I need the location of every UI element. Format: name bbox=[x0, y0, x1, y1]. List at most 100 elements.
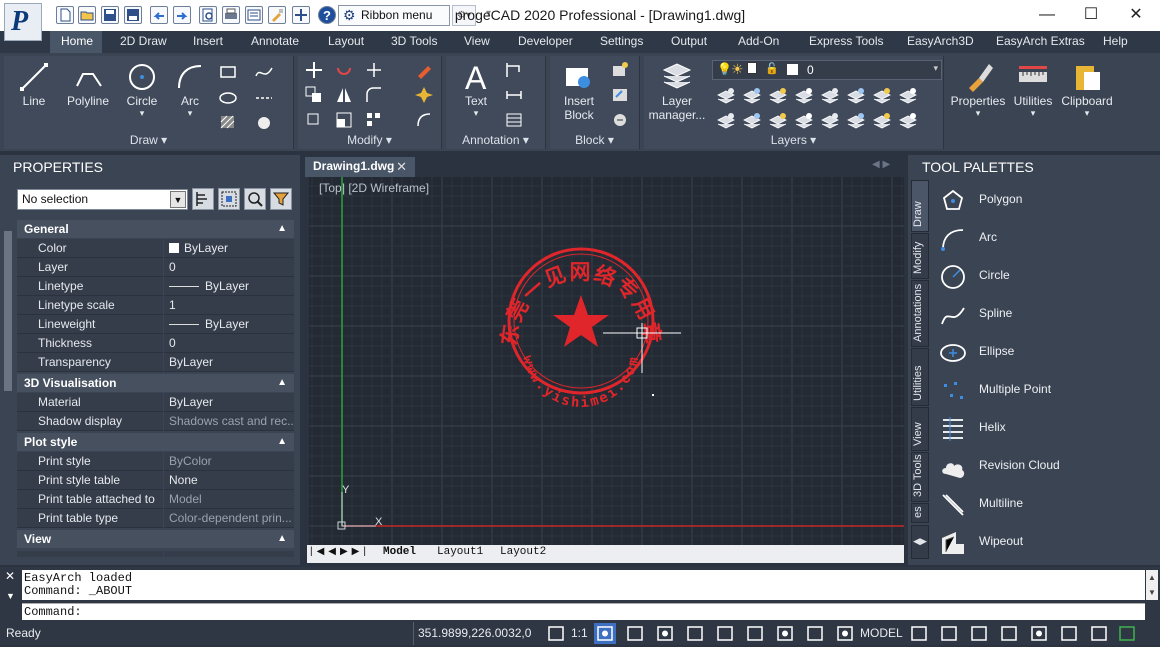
layer-lock-icon[interactable] bbox=[820, 86, 840, 106]
offset-icon[interactable] bbox=[414, 110, 434, 130]
scale-icon[interactable] bbox=[334, 110, 354, 130]
leader-icon[interactable] bbox=[504, 60, 524, 80]
palette-scroll-icon[interactable]: ◀▶ bbox=[911, 525, 929, 559]
quick-properties-icon[interactable] bbox=[1028, 623, 1050, 644]
command-history-toggle-icon[interactable]: ▼ bbox=[6, 591, 15, 601]
tool-spline[interactable]: Spline bbox=[934, 297, 1158, 331]
copy-icon[interactable] bbox=[304, 85, 324, 105]
tile-windows-icon[interactable] bbox=[968, 623, 990, 644]
tab-easyarch-extras[interactable]: EasyArch Extras bbox=[985, 31, 1096, 53]
prop-row[interactable]: Print table attached to Model bbox=[17, 490, 294, 509]
palette-tab-annotations[interactable]: Annotations bbox=[911, 280, 929, 347]
tool-helix[interactable]: Helix bbox=[934, 411, 1158, 445]
tab-settings[interactable]: Settings bbox=[589, 31, 654, 53]
layer-merge-icon[interactable] bbox=[846, 111, 866, 131]
insert-block-button[interactable]: Insert Block bbox=[552, 60, 606, 122]
otrack-icon[interactable] bbox=[804, 623, 826, 644]
prop-row[interactable]: Shadow display Shadows cast and rec... bbox=[17, 412, 294, 431]
stretch-icon[interactable] bbox=[304, 110, 324, 130]
tab-layout2[interactable]: Layout2 bbox=[500, 546, 546, 558]
prop-row[interactable]: Material ByLayer bbox=[17, 393, 294, 412]
tool-multiline[interactable]: Multiline bbox=[934, 487, 1158, 521]
circle-button[interactable]: Circle ▾ bbox=[116, 60, 168, 119]
edit-block-icon[interactable] bbox=[610, 85, 630, 105]
rectangle-icon[interactable] bbox=[218, 62, 238, 82]
line-button[interactable]: Line bbox=[8, 60, 60, 108]
tab-view[interactable]: View bbox=[453, 31, 501, 53]
tool-ellipse[interactable]: Ellipse bbox=[934, 335, 1158, 369]
close-icon[interactable]: ✕ bbox=[396, 157, 407, 176]
palette-tab-modify[interactable]: Modify bbox=[911, 233, 929, 279]
tool-arc[interactable]: Arc bbox=[934, 221, 1158, 255]
model-space-toggle[interactable]: MODEL bbox=[860, 626, 903, 640]
panel-layers-title[interactable]: Layers ▾ bbox=[644, 133, 943, 147]
spline-icon[interactable] bbox=[254, 62, 274, 82]
palette-tab-utilities[interactable]: Utilities bbox=[911, 348, 929, 406]
close-icon[interactable]: ✕ bbox=[5, 569, 15, 583]
maximize-button[interactable]: ☐ bbox=[1076, 4, 1106, 26]
panel-annotation-title[interactable]: Annotation ▾ bbox=[446, 133, 545, 147]
prop-row[interactable]: Color ByLayer bbox=[17, 239, 294, 258]
tab-help[interactable]: Help bbox=[1092, 31, 1139, 53]
arc-button[interactable]: Arc ▾ bbox=[168, 60, 212, 119]
tab-express-tools[interactable]: Express Tools bbox=[798, 31, 894, 53]
layer-unlock-icon[interactable] bbox=[820, 111, 840, 131]
prop-row[interactable]: Linetype scale 1 bbox=[17, 296, 294, 315]
lineweight-icon[interactable] bbox=[834, 623, 856, 644]
tool-polygon[interactable]: Polygon bbox=[934, 183, 1158, 217]
clean-screen-icon[interactable] bbox=[998, 623, 1020, 644]
minimize-button[interactable]: — bbox=[1032, 4, 1062, 26]
annotation-scale-label[interactable]: 1:1 bbox=[571, 626, 588, 640]
tab-model[interactable]: Model bbox=[383, 546, 416, 558]
select-objects-icon[interactable] bbox=[218, 188, 240, 210]
tab-annotate[interactable]: Annotate bbox=[240, 31, 310, 53]
annotation-scale-icon[interactable] bbox=[545, 623, 567, 644]
snap-icon[interactable] bbox=[714, 623, 736, 644]
trim-icon[interactable] bbox=[364, 60, 384, 80]
array-icon[interactable] bbox=[364, 110, 384, 130]
layer-delete-icon[interactable] bbox=[898, 86, 918, 106]
tool-wipeout[interactable]: Wipeout bbox=[934, 525, 1158, 559]
tab-layout[interactable]: Layout bbox=[317, 31, 375, 53]
layer-off-icon[interactable] bbox=[768, 86, 788, 106]
hatch-icon[interactable] bbox=[218, 112, 238, 132]
grid-dots-icon[interactable] bbox=[654, 623, 676, 644]
move-icon[interactable] bbox=[304, 60, 324, 80]
tool-circle[interactable]: Circle bbox=[934, 259, 1158, 293]
ortho-icon[interactable] bbox=[624, 623, 646, 644]
command-input[interactable]: Command: bbox=[22, 603, 1145, 620]
text-button[interactable]: A Text ▾ bbox=[452, 60, 500, 119]
polyline-button[interactable]: Polyline bbox=[60, 60, 116, 108]
hardware-accel-icon[interactable] bbox=[1116, 623, 1138, 644]
tab-layout1[interactable]: Layout1 bbox=[437, 546, 483, 558]
isolate-objects-icon[interactable] bbox=[1088, 623, 1110, 644]
properties-scrollbar[interactable] bbox=[3, 217, 13, 565]
drawing-tab-nav-icon[interactable]: ◀ ▶ bbox=[872, 159, 890, 170]
dynamic-ucs-icon[interactable] bbox=[938, 623, 960, 644]
palette-tab-draw[interactable]: Draw bbox=[911, 180, 929, 232]
erase-icon[interactable] bbox=[414, 60, 434, 80]
panel-modify-title[interactable]: Modify ▾ bbox=[298, 133, 441, 147]
tab-easyarch3d[interactable]: EasyArch3D bbox=[896, 31, 985, 53]
ray-icon[interactable] bbox=[254, 88, 274, 108]
layer-isolate-icon[interactable] bbox=[742, 86, 762, 106]
layer-unisolate-icon[interactable] bbox=[742, 111, 762, 131]
palette-tab-view[interactable]: View bbox=[911, 407, 929, 451]
attribute-icon[interactable] bbox=[610, 110, 630, 130]
layer-on-icon[interactable] bbox=[768, 111, 788, 131]
snap-mode-icon[interactable] bbox=[594, 623, 616, 644]
utilities-button[interactable]: Utilities ▾ bbox=[1008, 60, 1058, 119]
ellipse-icon[interactable] bbox=[218, 88, 238, 108]
panel-draw-title[interactable]: Draw ▾ bbox=[4, 133, 293, 147]
layer-dropdown[interactable]: 💡 ☀ 🔓 0 ▾ bbox=[712, 60, 942, 80]
layer-freeze-icon[interactable] bbox=[794, 86, 814, 106]
layer-translate-icon[interactable] bbox=[872, 111, 892, 131]
close-button[interactable]: ✕ bbox=[1121, 4, 1151, 26]
tab-home[interactable]: Home bbox=[50, 31, 102, 53]
prop-row[interactable]: Print style table None bbox=[17, 471, 294, 490]
clipboard-button[interactable]: Clipboard ▾ bbox=[1058, 60, 1116, 119]
osnap-icon[interactable] bbox=[774, 623, 796, 644]
toggle-pickadd-icon[interactable] bbox=[192, 188, 214, 210]
selection-dropdown[interactable]: No selection ▼ bbox=[17, 189, 188, 210]
tool-revision-cloud[interactable]: Revision Cloud bbox=[934, 449, 1158, 483]
